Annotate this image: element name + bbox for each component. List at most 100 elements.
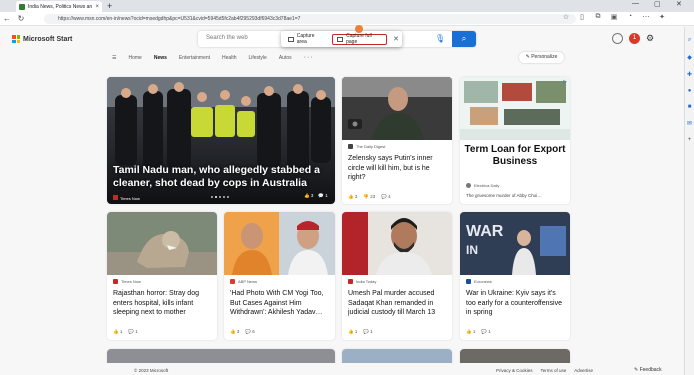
footer-link-terms[interactable]: Terms of use (541, 368, 567, 373)
sidebar-office-icon[interactable]: ■ (685, 104, 694, 110)
capture-area-button[interactable]: Capture area (284, 33, 328, 45)
profile-icon[interactable]: ◔ (624, 13, 636, 21)
umesh-likes: 1 (354, 329, 358, 334)
carousel-dots[interactable] (211, 196, 229, 198)
personalize-button[interactable]: ✎ Personalize (519, 52, 564, 63)
ukraine-comments: 1 (488, 329, 491, 334)
like-button[interactable]: 👍 1 (348, 329, 357, 335)
capture-full-page-icon (337, 36, 344, 42)
nav-menu-icon[interactable]: ☰ (112, 55, 116, 61)
feedback-button[interactable]: ✎ Feedback (634, 367, 662, 373)
maximize-button[interactable]: ▢ (654, 0, 661, 8)
ad-choices-icon[interactable]: ▷ (563, 79, 567, 85)
refresh-icon[interactable]: ↻ (14, 14, 28, 23)
nav-item-autos[interactable]: Autos (279, 55, 292, 61)
comment-button[interactable]: 💬 4 (381, 194, 390, 200)
footer: © 2023 Microsoft Privacy & Cookies Terms… (0, 363, 684, 375)
comment-button[interactable]: 💬 6 (245, 329, 254, 335)
like-button[interactable]: 👍 3 (230, 329, 239, 335)
ad-title[interactable]: Term Loan for Export Business (460, 144, 570, 168)
capture-full-page-button[interactable]: Capture full page (332, 33, 388, 45)
new-tab-button[interactable]: + (107, 1, 112, 11)
zelensky-card[interactable]: The Daily Digest Zelensky says Putin's i… (342, 77, 452, 204)
nav-item-health[interactable]: Health (222, 55, 236, 61)
minimize-button[interactable]: — (632, 0, 639, 7)
rajasthan-likes: 1 (119, 329, 123, 334)
comment-button[interactable]: 💬 1 (318, 193, 327, 199)
rajasthan-comments: 1 (135, 329, 138, 334)
comment-button[interactable]: 💬 1 (128, 329, 137, 335)
collections-icon[interactable]: ▣ (608, 13, 620, 21)
favorites-icon[interactable]: ☆ (560, 13, 572, 21)
capture-drag-handle[interactable] (355, 25, 363, 33)
close-window-button[interactable]: ✕ (676, 0, 682, 8)
sidebar-shopping-icon[interactable]: ◆ (685, 54, 694, 61)
zelensky-headline[interactable]: Zelensky says Putin's inner circle will … (348, 154, 448, 183)
nav-item-home[interactable]: Home (128, 55, 141, 61)
nav-more-button[interactable]: ··· (304, 54, 314, 61)
extensions-icon[interactable]: ⧉ (592, 13, 604, 21)
sidebar-outlook-icon[interactable]: ✉ (685, 120, 694, 127)
like-button[interactable]: 👍 1 (466, 329, 475, 335)
footer-link-advertise[interactable]: Advertise (574, 368, 593, 373)
browser-actions: ☆ ▯ ⧉ ▣ ◔ ⋯ ✦ (560, 13, 668, 21)
more-menu-icon[interactable]: ⋯ (640, 13, 652, 21)
copilot-icon[interactable]: ✦ (656, 13, 668, 21)
microphone-icon[interactable]: 🎙 (435, 34, 445, 43)
zelensky-meta: 👍 3 👎 23 💬 4 (348, 194, 391, 200)
sidebar-search-icon[interactable]: ⌕ (685, 37, 694, 44)
hero-source: Times Now (113, 195, 140, 201)
umesh-comments: 1 (370, 329, 373, 334)
tab-msn[interactable]: India News, Politics News and Lo × (16, 1, 102, 12)
nav-item-news[interactable]: News (154, 55, 167, 61)
dislike-button[interactable]: 👎 23 (363, 194, 375, 200)
hero-card[interactable]: Tamil Nadu man, who allegedly stabbed a … (107, 77, 335, 204)
nav-item-lifestyle[interactable]: Lifestyle (248, 55, 266, 61)
rajasthan-card[interactable]: Times Now Rajasthan horror: Stray dog en… (107, 212, 217, 340)
rajasthan-image (107, 212, 217, 275)
yogi-source-name: ABP News (238, 279, 258, 284)
gear-icon[interactable]: ⚙ (646, 33, 654, 44)
rajasthan-meta: 👍 1 💬 1 (113, 329, 138, 335)
sidebar-tools-icon[interactable]: ✚ (685, 71, 694, 78)
sidebar-games-icon[interactable]: ● (685, 88, 694, 94)
ad-source: Electrica Daily (466, 183, 499, 188)
feedback-label: Feedback (639, 367, 662, 373)
hero-headline[interactable]: Tamil Nadu man, who allegedly stabbed a … (113, 164, 328, 190)
zelensky-image (342, 77, 452, 140)
sidebar-add-icon[interactable]: + (685, 137, 694, 143)
ad-card[interactable]: ▷ Term Loan for Export Business Electric… (460, 77, 570, 204)
ukraine-meta: 👍 1 💬 1 (466, 329, 491, 335)
address-bar[interactable]: https://www.msn.com/en-in/news?ocid=msed… (44, 14, 576, 24)
split-screen-icon[interactable]: ▯ (576, 13, 588, 21)
umesh-headline[interactable]: Umesh Pal murder accused Sadaqat Khan re… (348, 289, 448, 318)
yogi-headline[interactable]: 'Had Photo With CM Yogi Too, But Cases A… (230, 289, 332, 318)
like-button[interactable]: 👍 3 (348, 194, 357, 200)
umesh-card[interactable]: India Today Umesh Pal murder accused Sad… (342, 212, 452, 340)
tab-close-icon[interactable]: × (95, 4, 99, 10)
back-icon[interactable]: ← (0, 14, 14, 23)
capture-close-icon[interactable]: ✕ (393, 35, 399, 43)
zelensky-comments: 4 (388, 194, 391, 199)
search-button[interactable]: ⌕ (452, 31, 476, 47)
yogi-card[interactable]: ABP News 'Had Photo With CM Yogi Too, Bu… (224, 212, 335, 340)
like-button[interactable]: 👍 1 (113, 329, 122, 335)
footer-link-privacy[interactable]: Privacy & Cookies (496, 368, 533, 373)
avatar[interactable] (612, 33, 623, 44)
umesh-source-name: India Today (356, 279, 377, 284)
umesh-source: India Today (348, 279, 376, 284)
microsoft-start-logo[interactable]: Microsoft Start (12, 35, 72, 43)
ukraine-headline[interactable]: War in Ukraine: Kyiv says it's too early… (466, 289, 566, 318)
like-button[interactable]: 👍 3 (304, 193, 313, 199)
ukraine-source: Euronews (466, 279, 492, 284)
rajasthan-source-name: Times Now (121, 279, 141, 284)
ukraine-card[interactable]: WAR IN Euronews War in Ukraine: Kyiv say… (460, 212, 570, 340)
footer-links: Privacy & Cookies Terms of use Advertise (496, 368, 593, 373)
hero-source-name: Times Now (120, 196, 140, 201)
search-placeholder: Search the web (206, 35, 248, 41)
comment-button[interactable]: 💬 1 (481, 329, 490, 335)
rajasthan-headline[interactable]: Rajasthan horror: Stray dog enters hospi… (113, 289, 213, 318)
notification-badge[interactable]: 1 (629, 33, 640, 44)
comment-button[interactable]: 💬 1 (363, 329, 372, 335)
nav-item-entertainment[interactable]: Entertainment (179, 55, 210, 61)
